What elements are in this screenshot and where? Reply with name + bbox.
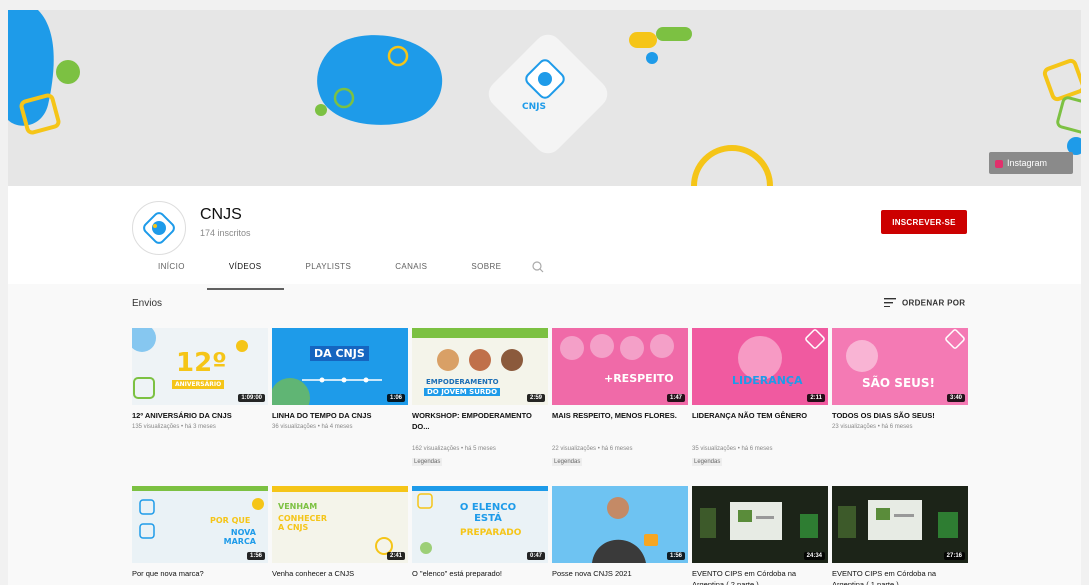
video-title[interactable]: Por que nova marca? [132, 568, 266, 579]
video-meta: 162 visualizações • há 5 meses [412, 446, 496, 452]
channel-tabs: INÍCIO VÍDEOS PLAYLISTS CANAIS SOBRE [136, 256, 545, 290]
banner-logo-text: CNJS [522, 102, 546, 112]
channel-name: CNJS [200, 206, 242, 223]
thumb-text: EMPODERAMENTO [426, 378, 499, 386]
thumb-text: DA CNJS [310, 346, 369, 361]
video-meta: 135 visualizações • há 3 meses [132, 424, 216, 430]
video-thumbnail[interactable]: 1:56 [552, 486, 688, 563]
subscribe-button[interactable]: INSCREVER-SE [881, 210, 967, 234]
instagram-icon [995, 159, 1003, 168]
captions-badge: Legendas [552, 458, 583, 466]
video-title[interactable]: LIDERANÇA NÃO TEM GÊNERO [692, 410, 826, 421]
video-thumbnail[interactable]: VENHAM CONHECER A CNJS 2:41 [272, 486, 408, 563]
thumb-subtext: CONHECER A CNJS [278, 514, 328, 532]
video-meta: 35 visualizações • há 6 meses [692, 446, 773, 452]
video-thumbnail[interactable]: POR QUE NOVA MARCA 1:56 [132, 486, 268, 563]
tab-playlists[interactable]: PLAYLISTS [284, 256, 374, 284]
video-title[interactable]: WORKSHOP: EMPODERAMENTO DO... [412, 410, 546, 432]
video-title[interactable]: Venha conhecer a CNJS [272, 568, 406, 579]
thumb-subtext: DO JOVEM SURDO [424, 388, 501, 396]
video-duration: 3:40 [946, 394, 965, 402]
thumb-text: SÃO SEUS! [862, 376, 936, 390]
video-title[interactable]: MAIS RESPEITO, MENOS FLORES. [552, 410, 686, 421]
channel-logo-icon [143, 212, 175, 244]
instagram-label: Instagram [1007, 158, 1048, 168]
sort-icon [884, 298, 896, 309]
video-duration: 1:56 [246, 552, 265, 560]
video-duration: 24:34 [803, 552, 825, 560]
video-duration: 2:41 [386, 552, 405, 560]
video-duration: 27:16 [943, 552, 965, 560]
video-title[interactable]: O "elenco" está preparado! [412, 568, 546, 579]
video-thumbnail[interactable]: 24:34 [692, 486, 828, 563]
thumb-text: 12º [176, 348, 227, 378]
search-icon[interactable] [531, 256, 545, 278]
video-thumbnail[interactable]: 27:16 [832, 486, 968, 563]
video-duration: 1:47 [666, 394, 685, 402]
section-title: Envios [132, 298, 163, 309]
captions-badge: Legendas [692, 458, 723, 466]
video-title[interactable]: EVENTO CIPS em Córdoba na Argentina ( 2 … [692, 568, 826, 585]
thumb-subtext: NOVA MARCA [223, 528, 256, 546]
video-title[interactable]: TODOS OS DIAS SÃO SEUS! [832, 410, 966, 421]
video-thumbnail[interactable]: 12º ANIVERSÁRIO 1:09:00 [132, 328, 268, 405]
video-thumbnail[interactable]: LIDERANÇA 2:11 [692, 328, 828, 405]
tab-sobre[interactable]: SOBRE [449, 256, 523, 284]
video-meta: 23 visualizações • há 6 meses [832, 424, 913, 430]
video-meta: 22 visualizações • há 6 meses [552, 446, 633, 452]
video-duration: 0:47 [526, 552, 545, 560]
thumb-text: VENHAM [278, 502, 318, 511]
video-duration: 2:11 [807, 394, 825, 402]
video-title[interactable]: EVENTO CIPS em Córdoba na Argentina ( 1 … [832, 568, 966, 585]
video-title[interactable]: 12º ANIVERSÁRIO DA CNJS [132, 410, 266, 421]
sort-button[interactable]: ORDENAR POR [884, 298, 965, 309]
thumb-text: POR QUE [210, 516, 251, 525]
thumb-subtext: ANIVERSÁRIO [172, 380, 225, 389]
channel-header: CNJS 174 inscritos INSCREVER-SE INÍCIO V… [8, 186, 1081, 290]
video-thumbnail[interactable]: EMPODERAMENTO DO JOVEM SURDO 2:59 [412, 328, 548, 405]
video-thumbnail[interactable]: SÃO SEUS! 3:40 [832, 328, 968, 405]
sort-label: ORDENAR POR [902, 298, 966, 308]
thumb-text: +RESPEITO [604, 372, 674, 385]
tab-inicio[interactable]: INÍCIO [136, 256, 207, 284]
video-thumbnail[interactable]: +RESPEITO 1:47 [552, 328, 688, 405]
thumb-text: LIDERANÇA [732, 374, 803, 387]
video-duration: 2:59 [526, 394, 545, 402]
video-thumbnail[interactable]: DA CNJS 1:06 [272, 328, 408, 405]
tab-canais[interactable]: CANAIS [373, 256, 449, 284]
video-duration: 1:09:00 [238, 394, 265, 402]
video-duration: 1:06 [386, 394, 405, 402]
captions-badge: Legendas [412, 458, 443, 466]
video-thumbnail[interactable]: O ELENCO ESTÁ PREPARADO 0:47 [412, 486, 548, 563]
video-meta: 36 visualizações • há 4 meses [272, 424, 353, 430]
instagram-link[interactable]: Instagram [989, 152, 1073, 174]
tab-videos[interactable]: VÍDEOS [206, 256, 284, 290]
video-title[interactable]: LINHA DO TEMPO DA CNJS [272, 410, 406, 421]
video-title[interactable]: Posse nova CNJS 2021 [552, 568, 686, 579]
subscriber-count: 174 inscritos [200, 228, 251, 238]
youtube-channel-page: CNJS Instagram CNJS 174 inscritos INSCRE… [8, 10, 1081, 585]
channel-banner: CNJS Instagram [8, 10, 1081, 186]
thumb-subtext: PREPARADO [460, 528, 522, 538]
video-duration: 1:56 [666, 552, 685, 560]
channel-avatar[interactable] [132, 201, 186, 255]
thumb-text: O ELENCO ESTÁ [459, 502, 517, 524]
banner-art [8, 10, 1081, 186]
